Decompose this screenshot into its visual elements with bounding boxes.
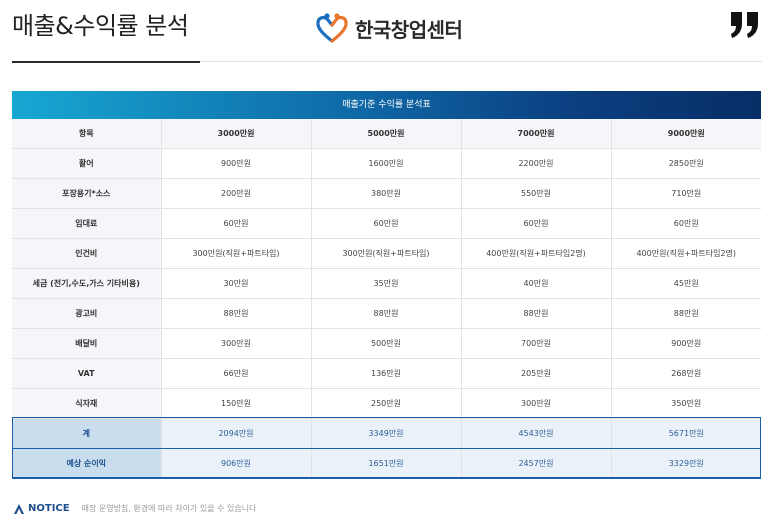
- table-cell: 350만원: [611, 388, 761, 419]
- column-header: 항목: [12, 119, 162, 149]
- table-cell: 300만원(직원+파트타임): [161, 238, 312, 269]
- page-title: 매출&수익률 분석: [12, 12, 189, 40]
- table-cell: 2457만원: [461, 448, 612, 479]
- table-cell: 60만원: [611, 208, 761, 239]
- table-cell: 5671만원: [611, 418, 761, 449]
- divider: [200, 61, 762, 62]
- heart-people-icon: [316, 13, 348, 43]
- row-label: 포장용기*소스: [12, 178, 162, 209]
- row-label: 인건비: [12, 238, 162, 269]
- column-header: 9000만원: [611, 119, 761, 149]
- column-header: 3000만원: [161, 119, 312, 149]
- table-cell: 88만원: [161, 298, 312, 329]
- table-cell: 60만원: [311, 208, 462, 239]
- table-cell: 60만원: [461, 208, 612, 239]
- table-title: 매출기준 수익률 분석표: [12, 91, 761, 119]
- table-cell: 400만원(직원+파트타임2명): [611, 238, 761, 269]
- summary-row: 예상 순이익 906만원 1651만원 2457만원 3329만원: [12, 448, 761, 479]
- table-row: 배달비 300만원 500만원 700만원 900만원: [12, 328, 761, 359]
- table-cell: 900만원: [611, 328, 761, 359]
- title-underline: [12, 61, 200, 63]
- quote-mark-icon: [731, 12, 758, 38]
- column-header: 5000만원: [311, 119, 462, 149]
- table-cell: 88만원: [461, 298, 612, 329]
- triangle-icon: [14, 503, 24, 514]
- table-row: 광고비 88만원 88만원 88만원 88만원: [12, 298, 761, 329]
- table-cell: 30만원: [161, 268, 312, 299]
- table-cell: 3329만원: [611, 448, 761, 479]
- table-cell: 45만원: [611, 268, 761, 299]
- row-label: 세금 (전기,수도,가스 기타비용): [12, 268, 162, 299]
- table-cell: 2200만원: [461, 148, 612, 179]
- table-row: 인건비 300만원(직원+파트타임) 300만원(직원+파트타임) 400만원(직원+…: [12, 238, 761, 269]
- table-cell: 3349만원: [311, 418, 462, 449]
- row-label: 배달비: [12, 328, 162, 359]
- table-cell: 550만원: [461, 178, 612, 209]
- table-cell: 2850만원: [611, 148, 761, 179]
- logo: 한국창업센터: [315, 12, 463, 44]
- row-label: 식자재: [12, 388, 162, 419]
- table-cell: 205만원: [461, 358, 612, 389]
- table-cell: 700만원: [461, 328, 612, 359]
- table-cell: 66만원: [161, 358, 312, 389]
- column-header: 7000만원: [461, 119, 612, 149]
- table-cell: 150만원: [161, 388, 312, 419]
- table-row: 임대료 60만원 60만원 60만원 60만원: [12, 208, 761, 239]
- table-cell: 710만원: [611, 178, 761, 209]
- table-cell: 2094만원: [161, 418, 312, 449]
- notice-label: NOTICE: [28, 503, 70, 514]
- table-row: VAT 66만원 136만원 205만원 268만원: [12, 358, 761, 389]
- table-cell: 88만원: [611, 298, 761, 329]
- table-cell: 4543만원: [461, 418, 612, 449]
- table-row: 포장용기*소스 200만원 380만원 550만원 710만원: [12, 178, 761, 209]
- table-row: 활어 900만원 1600만원 2200만원 2850만원: [12, 148, 761, 179]
- table-cell: 300만원: [161, 328, 312, 359]
- table-cell: 500만원: [311, 328, 462, 359]
- summary-row: 계 2094만원 3349만원 4543만원 5671만원: [12, 418, 761, 449]
- table-cell: 380만원: [311, 178, 462, 209]
- table-cell: 200만원: [161, 178, 312, 209]
- table-row: 식자재 150만원 250만원 300만원 350만원: [12, 388, 761, 419]
- table-cell: 900만원: [161, 148, 312, 179]
- analysis-grid: 항목 3000만원 5000만원 7000만원 9000만원 활어 900만원 16…: [12, 119, 761, 479]
- row-label: 활어: [12, 148, 162, 179]
- table-cell: 1600만원: [311, 148, 462, 179]
- notice-text: 매장 운영방침, 환경에 따라 차이가 있을 수 있습니다: [81, 504, 257, 513]
- table-cell: 60만원: [161, 208, 312, 239]
- row-label: VAT: [12, 358, 162, 389]
- notice: NOTICE 매장 운영방침, 환경에 따라 차이가 있을 수 있습니다: [14, 503, 257, 514]
- table-cell: 906만원: [161, 448, 312, 479]
- revenue-analysis-table: 매출기준 수익률 분석표 항목 3000만원 5000만원 7000만원 900…: [12, 91, 761, 479]
- table-cell: 88만원: [311, 298, 462, 329]
- table-row: 세금 (전기,수도,가스 기타비용) 30만원 35만원 40만원 45만원: [12, 268, 761, 299]
- row-label: 광고비: [12, 298, 162, 329]
- table-cell: 40만원: [461, 268, 612, 299]
- table-cell: 268만원: [611, 358, 761, 389]
- row-label: 계: [12, 418, 162, 449]
- table-cell: 250만원: [311, 388, 462, 419]
- row-label: 임대료: [12, 208, 162, 239]
- table-cell: 300만원: [461, 388, 612, 419]
- row-label: 예상 순이익: [12, 448, 162, 479]
- table-cell: 300만원(직원+파트타임): [311, 238, 462, 269]
- table-cell: 35만원: [311, 268, 462, 299]
- table-cell: 400만원(직원+파트타임2명): [461, 238, 612, 269]
- table-cell: 1651만원: [311, 448, 462, 479]
- table-header-row: 항목 3000만원 5000만원 7000만원 9000만원: [12, 119, 761, 149]
- logo-text: 한국창업센터: [355, 17, 463, 42]
- table-cell: 136만원: [311, 358, 462, 389]
